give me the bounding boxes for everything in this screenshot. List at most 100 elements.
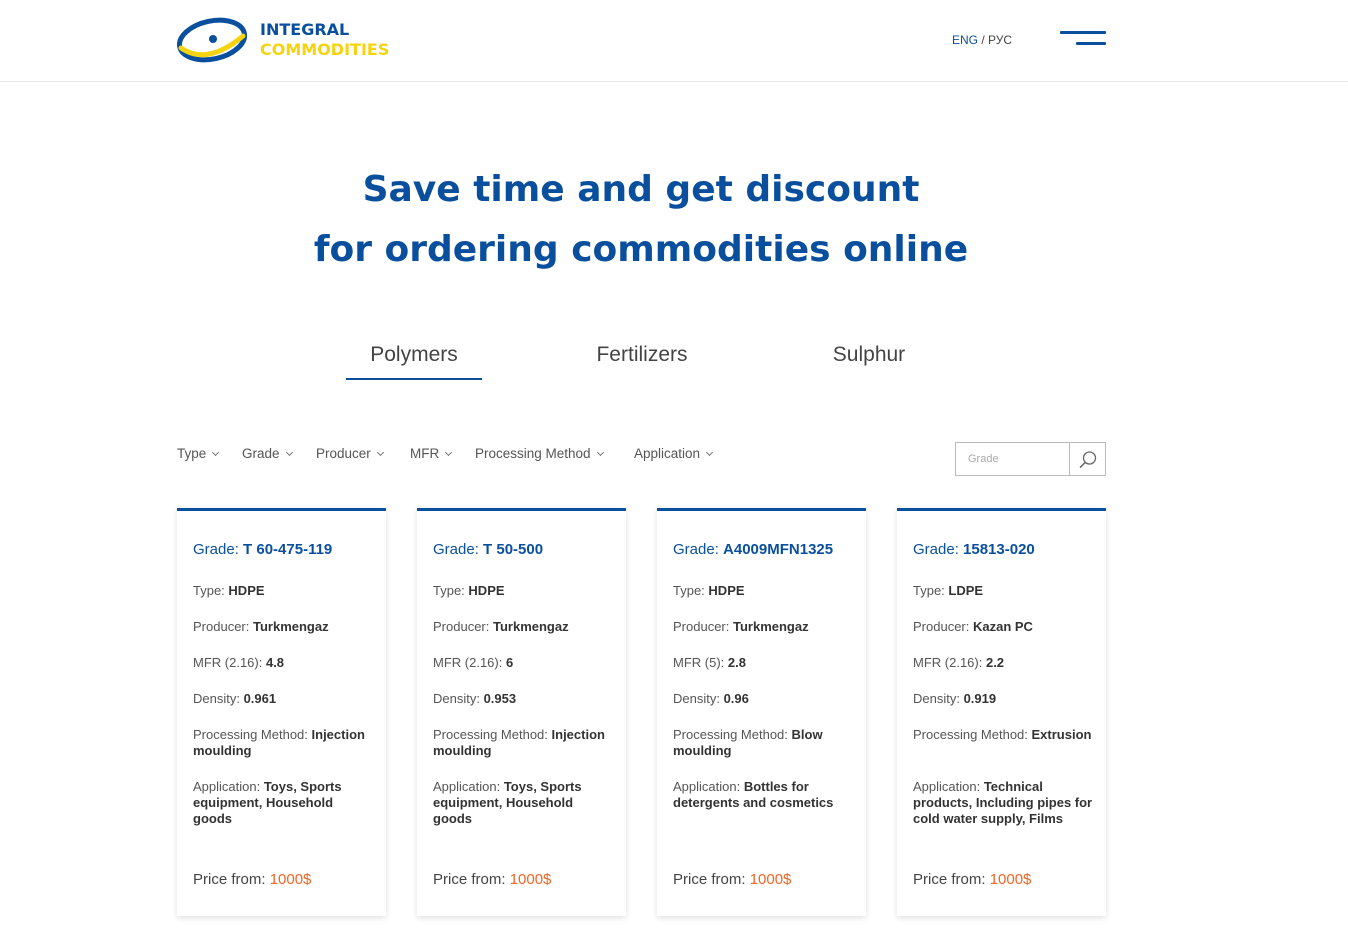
type-value: LDPE [948, 583, 984, 598]
hamburger-line [1076, 42, 1106, 45]
price-label: Price from: [433, 871, 510, 888]
search-button[interactable] [1069, 443, 1105, 475]
card-producer: Producer: Turkmengaz [673, 619, 853, 635]
card-density: Density: 0.961 [193, 691, 373, 707]
filter-label: Application [634, 446, 701, 461]
logo[interactable]: INTEGRAL COMMODITIES [177, 14, 397, 66]
grade-value: T 50-500 [483, 541, 544, 558]
card-processing: Processing Method: Injection moulding [433, 727, 613, 759]
mfr-value: 2.2 [985, 655, 1005, 670]
type-value: HDPE [708, 583, 745, 598]
density-label: Density: [673, 691, 724, 706]
filter-mfr[interactable]: MFR [410, 446, 453, 461]
card-mfr: MFR (2.16): 2.2 [913, 655, 1093, 671]
chevron-down-icon [285, 448, 293, 457]
lang-rus-link[interactable]: РУС [988, 33, 1012, 47]
mfr-value: 2.8 [727, 655, 746, 670]
filter-grade[interactable]: Grade [242, 446, 293, 461]
logo-text: INTEGRAL COMMODITIES [260, 20, 389, 60]
density-value: 0.96 [723, 691, 749, 706]
producer-label: Producer: [193, 619, 253, 634]
card-producer: Producer: Turkmengaz [433, 619, 613, 635]
card-type: Type: HDPE [433, 583, 613, 599]
chevron-down-icon [376, 448, 384, 457]
price-label: Price from: [913, 871, 990, 888]
tab-polymers[interactable]: Polymers [346, 336, 482, 380]
card-grade: Grade: T 50-500 [433, 541, 543, 558]
lang-eng-link[interactable]: ENG [952, 33, 978, 47]
type-label: Type: [673, 583, 709, 598]
mfr-label: MFR (2.16): [913, 655, 986, 670]
producer-label: Producer: [673, 619, 733, 634]
card-type: Type: HDPE [193, 583, 373, 599]
search-input[interactable] [956, 443, 1070, 475]
card-grade: Grade: A4009MFN1325 [673, 541, 833, 558]
hero-line-1: Save time and get discount [362, 169, 920, 210]
card-processing: Processing Method: Blow moulding [673, 727, 853, 759]
hamburger-icon[interactable] [1060, 31, 1106, 47]
mfr-value: 6 [505, 655, 514, 670]
product-card[interactable]: Grade: T 50-500 Type: HDPE Producer: Tur… [417, 508, 626, 916]
card-grade: Grade: 15813-020 [913, 541, 1035, 558]
application-label: Application: [433, 779, 504, 794]
grade-value: 15813-020 [963, 541, 1035, 558]
site-header: INTEGRAL COMMODITIES ENG / РУС [0, 0, 1348, 82]
logo-line-2: COMMODITIES [260, 40, 390, 59]
application-label: Application: [193, 779, 264, 794]
card-density: Density: 0.953 [433, 691, 613, 707]
card-price: Price from: 1000$ [673, 871, 791, 888]
card-processing: Processing Method: Extrusion [913, 727, 1093, 743]
density-value: 0.953 [483, 691, 517, 706]
chevron-down-icon [445, 448, 453, 457]
density-value: 0.961 [243, 691, 277, 706]
filter-type[interactable]: Type [177, 446, 220, 461]
price-value: 1000$ [509, 871, 552, 888]
product-card[interactable]: Grade: A4009MFN1325 Type: HDPE Producer:… [657, 508, 866, 916]
hamburger-line [1060, 31, 1106, 34]
processing-value: Extrusion [1031, 727, 1092, 742]
type-label: Type: [913, 583, 949, 598]
price-label: Price from: [193, 871, 270, 888]
product-card[interactable]: Grade: 15813-020 Type: LDPE Producer: Ka… [897, 508, 1106, 916]
card-application: Application: Technical products, Includi… [913, 779, 1093, 827]
mfr-label: MFR (2.16): [433, 655, 506, 670]
type-label: Type: [433, 583, 469, 598]
producer-value: Kazan PC [972, 619, 1033, 634]
card-mfr: MFR (2.16): 4.8 [193, 655, 373, 671]
filter-label: Producer [316, 446, 371, 461]
language-switcher: ENG / РУС [952, 33, 1012, 47]
card-application: Application: Toys, Sports equipment, Hou… [193, 779, 373, 827]
grade-value: T 60-475-119 [243, 541, 333, 558]
density-value: 0.919 [963, 691, 997, 706]
filter-application[interactable]: Application [634, 446, 714, 461]
processing-label: Processing Method: [673, 727, 792, 742]
logo-orbit-icon [177, 17, 248, 63]
producer-value: Turkmengaz [492, 619, 569, 634]
grade-label: Grade: [673, 541, 724, 558]
card-price: Price from: 1000$ [913, 871, 1031, 888]
filter-producer[interactable]: Producer [316, 446, 384, 461]
processing-label: Processing Method: [433, 727, 552, 742]
producer-label: Producer: [433, 619, 493, 634]
card-price: Price from: 1000$ [433, 871, 551, 888]
mfr-label: MFR (5): [673, 655, 728, 670]
grade-search [955, 442, 1106, 476]
tab-sulphur[interactable]: Sulphur [800, 336, 938, 380]
filter-label: Type [177, 446, 207, 461]
mfr-label: MFR (2.16): [193, 655, 266, 670]
card-density: Density: 0.96 [673, 691, 853, 707]
chevron-down-icon [706, 448, 714, 457]
price-label: Price from: [673, 871, 750, 888]
filter-label: MFR [410, 446, 440, 461]
hero-line-2: for ordering commodities online [313, 229, 969, 270]
producer-value: Turkmengaz [732, 619, 809, 634]
tab-fertilizers[interactable]: Fertilizers [572, 336, 712, 380]
filter-label: Processing Method [475, 446, 591, 461]
price-value: 1000$ [749, 871, 792, 888]
grade-label: Grade: [913, 541, 964, 558]
grade-label: Grade: [433, 541, 484, 558]
product-card[interactable]: Grade: T 60-475-119 Type: HDPE Producer:… [177, 508, 386, 916]
density-label: Density: [193, 691, 244, 706]
search-icon [1079, 451, 1097, 469]
filter-processing-method[interactable]: Processing Method [475, 446, 604, 461]
